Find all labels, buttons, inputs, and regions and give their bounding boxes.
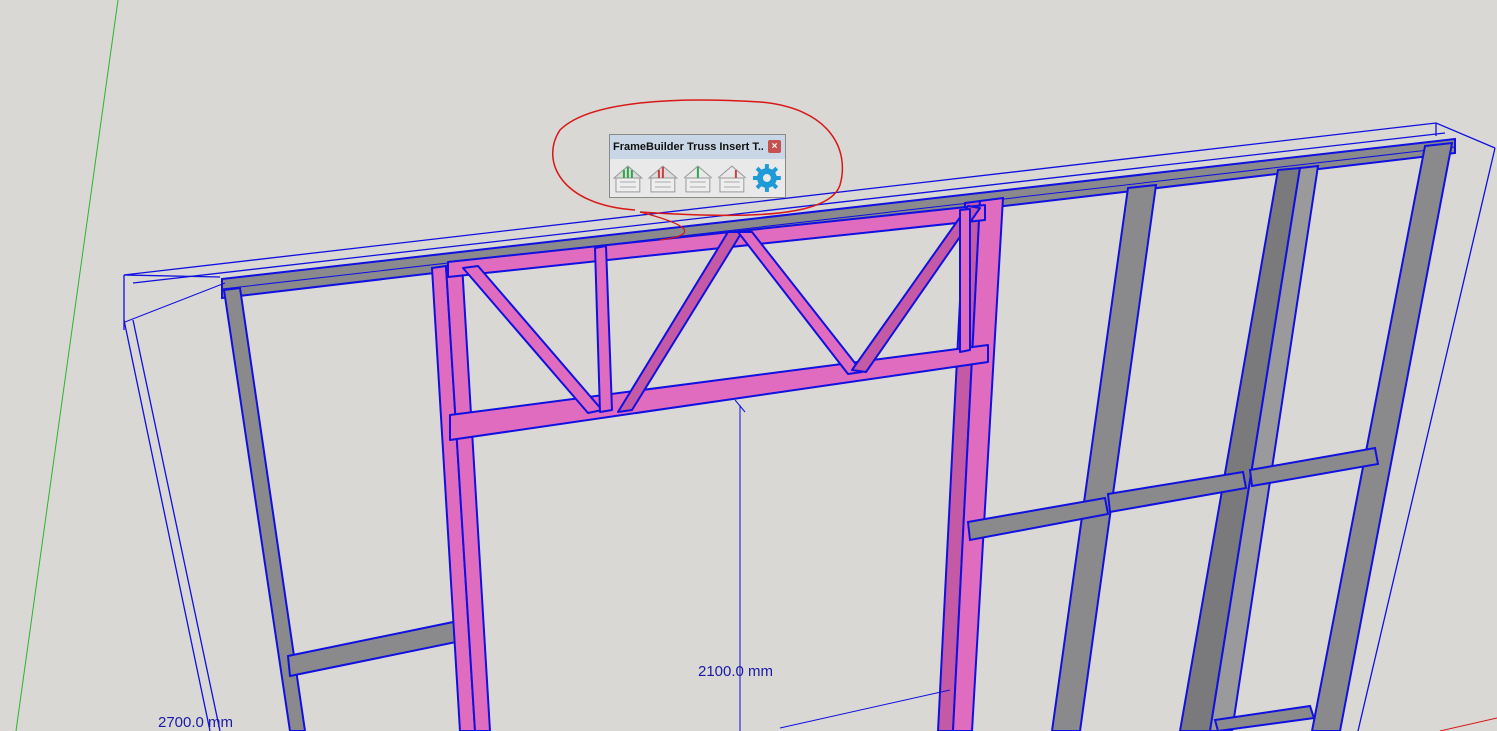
- left-jamb-studs: [430, 262, 492, 731]
- close-icon[interactable]: ×: [768, 140, 781, 153]
- wall-height-dimension: 2700.0 mm: [158, 714, 234, 731]
- truss-red-open-icon[interactable]: [716, 162, 748, 194]
- green-axis-line: [15, 0, 119, 731]
- truss-green-open-icon[interactable]: [682, 162, 714, 194]
- right-noggings: [966, 446, 1380, 731]
- settings-gear-icon[interactable]: [751, 162, 783, 194]
- toolbar-title: FrameBuilder Truss Insert T...: [613, 141, 763, 153]
- truss-red-icon[interactable]: [647, 162, 679, 194]
- header-truss: [447, 204, 989, 441]
- truss-insert-toolbar[interactable]: FrameBuilder Truss Insert T... ×: [609, 134, 786, 198]
- toolbar-titlebar[interactable]: FrameBuilder Truss Insert T... ×: [610, 135, 785, 159]
- opening-height-dimension: 2100.0 mm: [698, 663, 774, 680]
- truss-green-icon[interactable]: [612, 162, 644, 194]
- red-axis-line: [1439, 717, 1497, 731]
- 3d-viewport[interactable]: [0, 0, 1497, 731]
- left-nogging: [286, 618, 468, 678]
- right-studs: [1050, 141, 1454, 731]
